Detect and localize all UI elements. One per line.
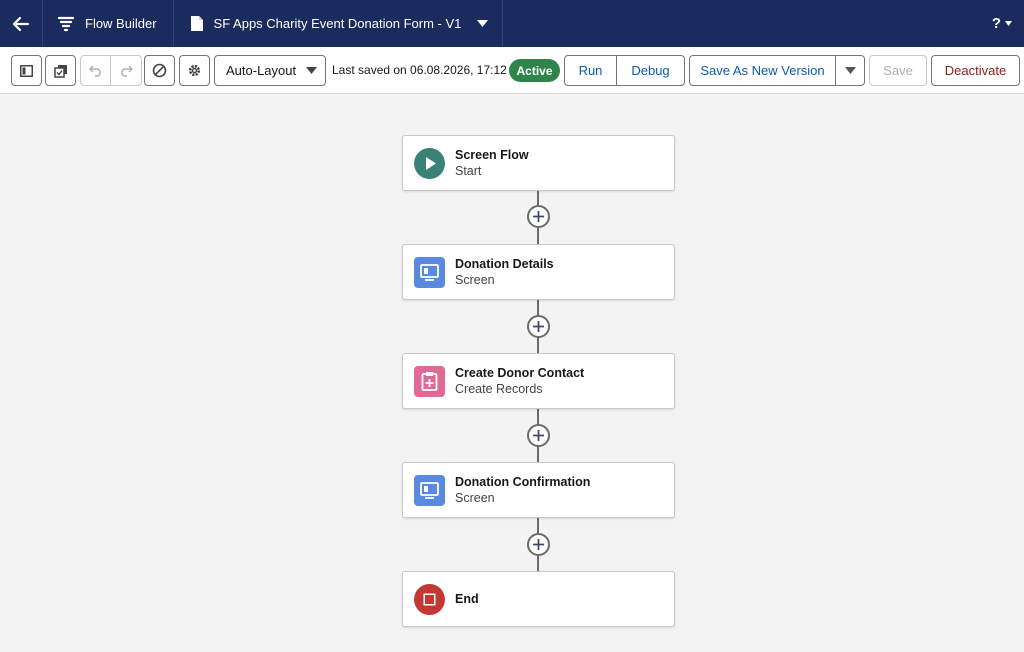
redo-button[interactable] (111, 55, 142, 86)
create-record-icon (414, 365, 445, 397)
add-element-button[interactable] (527, 205, 550, 228)
save-options-menu-button[interactable] (835, 55, 865, 86)
toggle-panel-button[interactable] (11, 55, 42, 86)
screen-icon (414, 256, 445, 288)
undo-redo-group (80, 55, 142, 86)
gear-icon (188, 64, 201, 77)
undo-button[interactable] (80, 55, 111, 86)
add-element-button[interactable] (527, 315, 550, 338)
ban-icon (152, 63, 167, 78)
node-subtitle: Start (455, 163, 482, 178)
flow-name: SF Apps Charity Event Donation Form - V1 (213, 16, 462, 31)
back-arrow-icon (12, 16, 30, 31)
status-badge: Active (509, 59, 560, 82)
flow-node-donation-confirmation[interactable]: Donation Confirmation Screen (402, 462, 675, 518)
stop-icon (414, 583, 445, 615)
play-icon (414, 147, 445, 179)
help-icon: ? (991, 15, 1001, 32)
chevron-down-icon (477, 20, 489, 27)
copy-icon (53, 64, 67, 78)
node-title: Donation Confirmation (455, 474, 591, 489)
add-element-button[interactable] (527, 533, 550, 556)
redo-icon (121, 65, 133, 77)
app-title: Flow Builder (85, 16, 157, 31)
node-title: Screen Flow (455, 147, 529, 162)
toolbar: Auto-Layout Last saved on 06.08.2026, 17… (0, 47, 1024, 94)
deactivate-button[interactable]: Deactivate (931, 55, 1020, 86)
last-saved-text: Last saved on 06.08.2026, 17:12 (332, 63, 507, 77)
document-icon (190, 16, 203, 31)
save-button[interactable]: Save (869, 55, 927, 86)
app-title-section: Flow Builder (43, 0, 174, 47)
plus-icon (533, 321, 544, 332)
panel-icon (20, 64, 33, 77)
view-resources-button[interactable] (45, 55, 76, 86)
screen-icon (414, 474, 445, 506)
add-element-button[interactable] (527, 424, 550, 447)
flow-node-create-donor-contact[interactable]: Create Donor Contact Create Records (402, 353, 675, 409)
undo-icon (88, 65, 101, 77)
layout-select[interactable]: Auto-Layout (214, 55, 326, 86)
node-title: End (455, 592, 479, 606)
node-subtitle: Create Records (455, 381, 543, 396)
errors-button[interactable] (144, 55, 175, 86)
flow-node-start[interactable]: Screen Flow Start (402, 135, 675, 191)
node-title: Donation Details (455, 256, 554, 271)
plus-icon (533, 430, 544, 441)
settings-button[interactable] (179, 55, 210, 86)
flow-name-menu[interactable]: SF Apps Charity Event Donation Form - V1 (174, 0, 504, 47)
node-subtitle: Screen (455, 272, 495, 287)
layout-select-value: Auto-Layout (226, 63, 297, 78)
top-header: Flow Builder SF Apps Charity Event Donat… (0, 0, 1024, 47)
help-menu[interactable]: ? (992, 15, 1024, 32)
flow-node-end[interactable]: End (402, 571, 675, 627)
plus-icon (533, 539, 544, 550)
node-title: Create Donor Contact (455, 365, 585, 380)
debug-button[interactable]: Debug (616, 55, 685, 86)
plus-icon (533, 211, 544, 222)
flow-builder-icon (57, 16, 75, 31)
chevron-down-icon (844, 67, 856, 74)
save-as-new-version-button[interactable]: Save As New Version (689, 55, 836, 86)
chevron-down-icon (306, 67, 317, 74)
chevron-down-icon (1005, 21, 1012, 26)
run-button[interactable]: Run (564, 55, 617, 86)
flow-node-donation-details[interactable]: Donation Details Screen (402, 244, 675, 300)
back-button[interactable] (0, 0, 43, 47)
node-subtitle: Screen (455, 490, 495, 505)
